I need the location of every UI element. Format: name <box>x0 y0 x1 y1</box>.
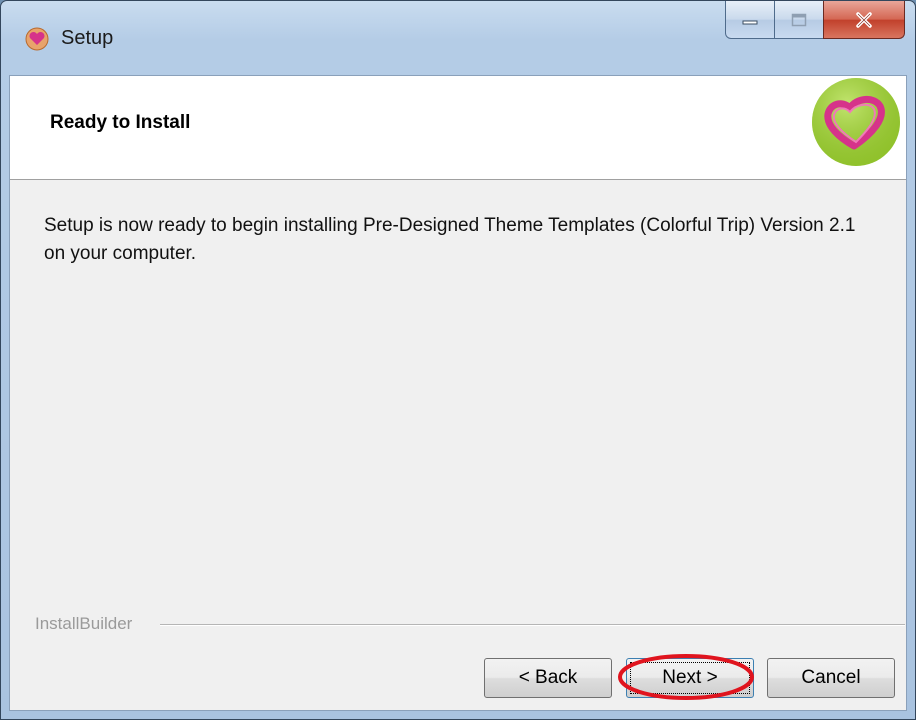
minimize-icon <box>742 15 758 25</box>
maximize-button[interactable] <box>774 1 824 39</box>
setup-window: Setup Ready to Install Setup is now read… <box>0 0 916 720</box>
title-bar[interactable]: Setup <box>1 1 915 75</box>
close-button[interactable] <box>823 1 905 39</box>
client-area: Ready to Install Setup is now ready to b… <box>9 75 907 711</box>
footer-divider <box>160 624 905 626</box>
minimize-button[interactable] <box>725 1 775 39</box>
page-title: Ready to Install <box>50 112 191 133</box>
next-button[interactable]: Next > <box>626 658 754 698</box>
maximize-icon <box>791 13 807 27</box>
wizard-header: Ready to Install <box>10 76 906 180</box>
heart-logo-icon <box>810 76 902 168</box>
caption-buttons <box>725 1 905 45</box>
installbuilder-label: InstallBuilder <box>35 614 141 634</box>
cancel-button[interactable]: Cancel <box>767 658 895 698</box>
close-icon <box>855 11 873 28</box>
back-button[interactable]: < Back <box>484 658 612 698</box>
window-title: Setup <box>61 27 114 49</box>
install-message: Setup is now ready to begin installing P… <box>44 215 856 264</box>
heart-app-icon <box>25 27 49 51</box>
focus-rectangle <box>630 662 750 694</box>
